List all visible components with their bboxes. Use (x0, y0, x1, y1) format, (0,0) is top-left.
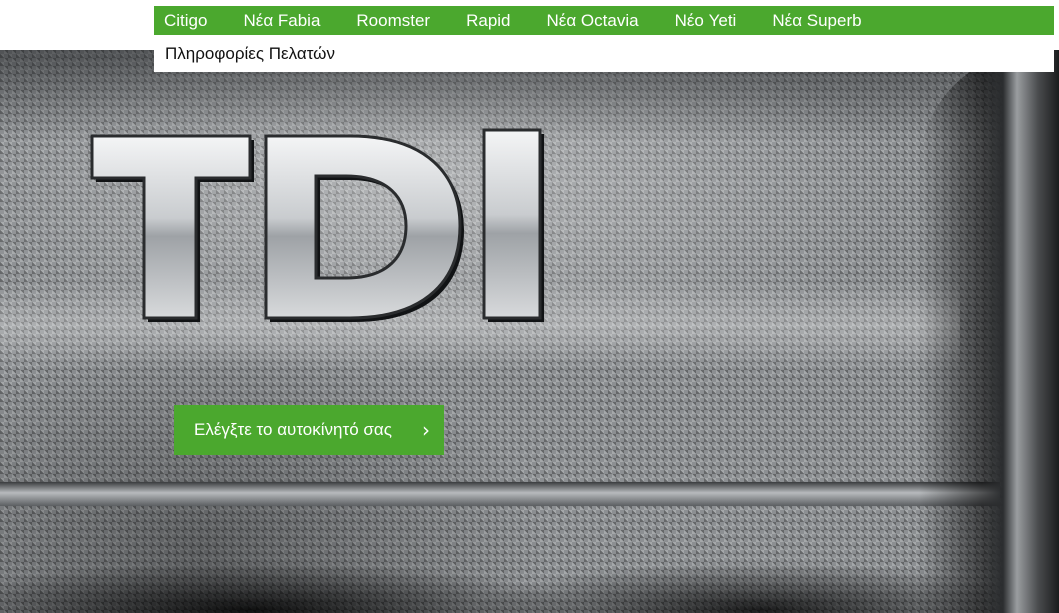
nav-item-octavia[interactable]: Νέα Octavia (529, 6, 657, 35)
hero-right-edge (919, 50, 1059, 613)
hero-lower-shadow (0, 550, 1059, 613)
check-your-car-label: Ελέγξτε το αυτοκίνητό σας (194, 420, 392, 439)
nav-item-superb[interactable]: Νέα Superb (754, 6, 879, 35)
chevron-right-icon: › (422, 418, 430, 442)
tdi-emblem (88, 126, 558, 326)
nav-item-rapid[interactable]: Rapid (448, 6, 528, 35)
emblem-letter-d (264, 134, 464, 322)
page: Citigo Νέα Fabia Roomster Rapid Νέα Octa… (0, 0, 1059, 613)
sub-nav-bar: Πληροφορίες Πελατών (154, 35, 1054, 72)
check-your-car-button[interactable]: Ελέγξτε το αυτοκίνητό σας › (174, 405, 444, 455)
subnav-item-customer-info[interactable]: Πληροφορίες Πελατών (154, 44, 335, 64)
nav-item-fabia[interactable]: Νέα Fabia (225, 6, 338, 35)
nav-item-roomster[interactable]: Roomster (338, 6, 448, 35)
tdi-emblem-graphic (90, 128, 544, 322)
emblem-letter-t (90, 134, 254, 322)
emblem-letter-i (482, 128, 544, 322)
model-nav-bar: Citigo Νέα Fabia Roomster Rapid Νέα Octa… (154, 6, 1054, 35)
hero-groove (0, 482, 1000, 506)
nav-item-citigo[interactable]: Citigo (154, 6, 225, 35)
nav-item-yeti[interactable]: Νέο Yeti (657, 6, 755, 35)
